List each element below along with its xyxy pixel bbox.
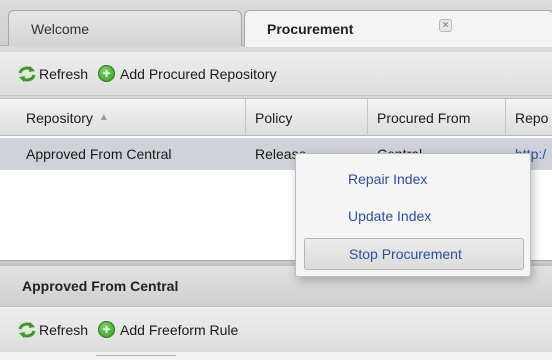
detail-refresh-button[interactable]: Refresh [17, 321, 88, 339]
sort-ascending-icon: ▲ [98, 112, 109, 123]
column-header-policy-label: Policy [255, 109, 293, 126]
add-procured-repository-button[interactable]: + Add Procured Repository [98, 65, 276, 82]
menu-item-stop-procurement-label: Stop Procurement [349, 246, 462, 262]
tab-procurement-label: Procurement [267, 21, 354, 37]
column-header-repository-label: Repository [26, 109, 93, 126]
detail-toolbar: Refresh + Add Freeform Rule [0, 306, 552, 352]
refresh-icon [18, 321, 36, 338]
column-header-repository[interactable]: Repository ▲ [16, 99, 246, 136]
refresh-icon [18, 65, 36, 82]
column-header-procured-from[interactable]: Procured From [368, 99, 506, 136]
tab-welcome[interactable]: Welcome [8, 10, 242, 46]
add-freeform-rule-button[interactable]: + Add Freeform Rule [98, 321, 238, 338]
tab-bar: Welcome Procurement × [0, 0, 552, 47]
menu-item-stop-procurement[interactable]: Stop Procurement [304, 238, 524, 270]
detail-refresh-label: Refresh [39, 321, 89, 338]
add-icon: + [98, 321, 116, 338]
close-icon[interactable]: × [439, 19, 452, 32]
column-header-repo[interactable]: Repo [506, 99, 552, 136]
tab-welcome-label: Welcome [31, 20, 90, 37]
menu-item-update-index[interactable]: Update Index [304, 200, 524, 232]
tree-item-peek [96, 355, 176, 360]
add-procured-repository-label: Add Procured Repository [120, 65, 277, 82]
column-header-policy[interactable]: Policy [246, 99, 368, 136]
column-header-repo-label: Repo [515, 109, 549, 126]
detail-content-edge [0, 352, 552, 360]
tab-procurement[interactable]: Procurement × [244, 10, 552, 47]
procurement-toolbar: Refresh + Add Procured Repository [0, 52, 552, 96]
add-freeform-rule-label: Add Freeform Rule [120, 321, 239, 338]
refresh-button[interactable]: Refresh [17, 65, 88, 83]
column-header-procured-from-label: Procured From [377, 109, 471, 126]
menu-item-repair-index-label: Repair Index [348, 171, 428, 187]
context-menu: Repair Index Update Index Stop Procureme… [295, 153, 531, 277]
repository-grid-header: Repository ▲ Policy Procured From Repo [0, 98, 552, 136]
cell-repository: Approved From Central [26, 146, 172, 162]
detail-title-label: Approved From Central [22, 278, 179, 294]
menu-item-repair-index[interactable]: Repair Index [304, 163, 524, 195]
menu-item-update-index-label: Update Index [348, 208, 432, 224]
refresh-label: Refresh [39, 65, 89, 82]
add-icon: + [98, 65, 116, 82]
